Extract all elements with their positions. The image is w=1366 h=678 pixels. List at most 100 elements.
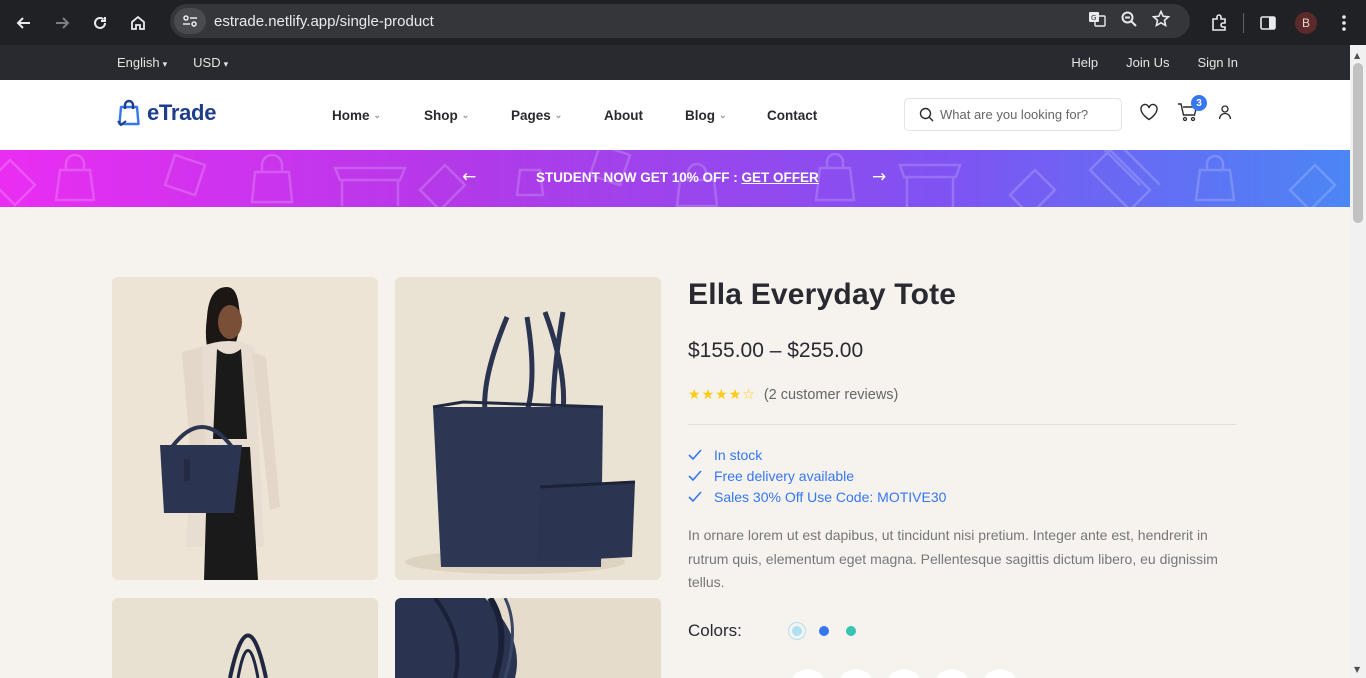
- site-info-icon[interactable]: [174, 8, 206, 34]
- check-icon: [688, 469, 702, 481]
- header-actions: [1139, 102, 1233, 126]
- currency-label: USD: [193, 55, 221, 70]
- nav-home-label: Home: [332, 107, 370, 123]
- bookmark-star-icon[interactable]: [1151, 9, 1171, 32]
- swatch-dot: [846, 626, 856, 636]
- rating-stars: ★★★★☆: [688, 387, 756, 403]
- translate-icon[interactable]: G: [1088, 10, 1106, 32]
- search-box: [904, 98, 1122, 131]
- search-input[interactable]: [940, 107, 1120, 122]
- chevron-down-icon: ▾: [162, 59, 168, 69]
- nav-pages-label: Pages: [511, 107, 551, 123]
- color-selector: Colors:: [688, 621, 869, 641]
- nav-contact-label: Contact: [767, 107, 818, 123]
- scrollbar-thumb[interactable]: [1353, 63, 1363, 223]
- nav-about[interactable]: About: [604, 108, 685, 123]
- nav-pages[interactable]: Pages ⌄: [511, 108, 604, 123]
- product-description: In ornare lorem ut est dapibus, ut tinci…: [688, 527, 1218, 590]
- address-bar[interactable]: estrade.netlify.app/single-product G: [170, 4, 1190, 38]
- product-title: Ella Everyday Tote: [688, 278, 957, 311]
- nav-home[interactable]: Home ⌄: [332, 108, 424, 123]
- chevron-down-icon: ⌄: [554, 109, 563, 120]
- check-icon: [688, 448, 702, 460]
- shopping-bag-logo-icon: [117, 99, 140, 127]
- promo-message: STUDENT NOW GET 10% OFF : GET OFFER: [536, 170, 819, 185]
- color-swatch-light-blue[interactable]: [788, 622, 806, 640]
- language-label: English: [117, 55, 160, 70]
- nav-contact[interactable]: Contact: [767, 108, 817, 123]
- menu-dots-icon[interactable]: [1330, 9, 1358, 37]
- promo-text: STUDENT NOW GET 10% OFF :: [536, 170, 742, 185]
- browser-toolbar: estrade.netlify.app/single-product G B: [0, 0, 1366, 45]
- size-selector: [790, 669, 1018, 678]
- help-link[interactable]: Help: [1071, 55, 1098, 70]
- star-filled-icon: ★: [688, 387, 702, 403]
- nav-shop[interactable]: Shop ⌄: [424, 108, 511, 123]
- logo-text: eTrade: [147, 100, 217, 125]
- user-account-icon[interactable]: [1217, 104, 1233, 124]
- feature-item: In stock: [688, 444, 946, 465]
- extensions-icon[interactable]: [1205, 9, 1233, 37]
- wishlist-heart-icon[interactable]: [1139, 103, 1159, 125]
- promo-banner: ← STUDENT NOW GET 10% OFF : GET OFFER →: [0, 150, 1350, 207]
- feature-item: Sales 30% Off Use Code: MOTIVE30: [688, 486, 946, 507]
- join-us-link[interactable]: Join Us: [1126, 55, 1169, 70]
- product-image-4[interactable]: [395, 598, 661, 678]
- back-icon[interactable]: [5, 4, 43, 42]
- star-filled-icon: ★: [701, 387, 716, 403]
- size-option[interactable]: [934, 669, 970, 678]
- nav-blog-label: Blog: [685, 107, 715, 123]
- scroll-up-icon[interactable]: ▲: [1354, 51, 1360, 60]
- forward-icon[interactable]: [43, 4, 81, 42]
- chevron-down-icon: ▾: [223, 59, 229, 69]
- check-icon: [688, 490, 702, 502]
- reload-icon[interactable]: [81, 4, 119, 42]
- feature-item: Free delivery available: [688, 465, 946, 486]
- site-header: eTrade Home ⌄ Shop ⌄ Pages ⌄ About Blog ⌄ Co…: [0, 80, 1350, 150]
- scroll-down-icon[interactable]: ▼: [1354, 665, 1360, 674]
- product-image-model[interactable]: [112, 277, 378, 580]
- svg-text:G: G: [1091, 14, 1096, 22]
- sign-in-link[interactable]: Sign In: [1198, 55, 1238, 70]
- promo-next-arrow-icon[interactable]: →: [872, 167, 886, 187]
- nav-blog[interactable]: Blog ⌄: [685, 108, 767, 123]
- home-icon[interactable]: [119, 4, 157, 42]
- top-bar: English ▾ USD ▾ Help Join Us Sign In: [0, 45, 1350, 80]
- swatch-dot: [792, 626, 802, 636]
- page-scrollbar[interactable]: ▲ ▼: [1350, 45, 1366, 678]
- side-panel-icon[interactable]: [1254, 9, 1282, 37]
- chevron-down-icon: ⌄: [719, 109, 727, 120]
- swatch-dot: [819, 626, 829, 636]
- toolbar-separator: [1243, 12, 1244, 33]
- main-navigation: Home ⌄ Shop ⌄ Pages ⌄ About Blog ⌄ Contact: [332, 80, 817, 150]
- feature-promo-code: Sales 30% Off Use Code: MOTIVE30: [714, 488, 947, 505]
- size-option[interactable]: [886, 669, 922, 678]
- nav-shop-label: Shop: [424, 107, 458, 123]
- chevron-down-icon: ⌄: [461, 109, 470, 120]
- search-icon: [919, 107, 934, 122]
- site-logo[interactable]: eTrade: [115, 98, 216, 128]
- promo-prev-arrow-icon[interactable]: ←: [462, 167, 476, 187]
- get-offer-link[interactable]: GET OFFER: [742, 170, 819, 185]
- color-swatch-blue[interactable]: [815, 622, 833, 640]
- color-swatch-teal[interactable]: [842, 622, 860, 640]
- feature-in-stock: In stock: [714, 446, 763, 463]
- review-count: (2 customer reviews): [763, 387, 899, 403]
- language-select[interactable]: English ▾: [117, 55, 167, 70]
- currency-select[interactable]: USD ▾: [193, 55, 228, 70]
- colors-label: Colors:: [688, 621, 742, 640]
- product-image-tote[interactable]: [395, 277, 661, 580]
- product-image-3[interactable]: [112, 598, 378, 678]
- star-filled-icon: ★: [715, 387, 729, 403]
- star-empty-icon: ☆: [742, 387, 756, 403]
- size-option[interactable]: [982, 669, 1018, 678]
- size-option[interactable]: [838, 669, 874, 678]
- divider: [688, 424, 1236, 425]
- product-price: $155.00 – $255.00: [688, 339, 864, 362]
- nav-about-label: About: [604, 107, 643, 123]
- size-option[interactable]: [790, 669, 826, 678]
- profile-initial: B: [1295, 11, 1317, 34]
- star-filled-icon: ★: [728, 387, 743, 403]
- profile-avatar[interactable]: B: [1292, 9, 1320, 37]
- zoom-icon[interactable]: [1120, 10, 1138, 32]
